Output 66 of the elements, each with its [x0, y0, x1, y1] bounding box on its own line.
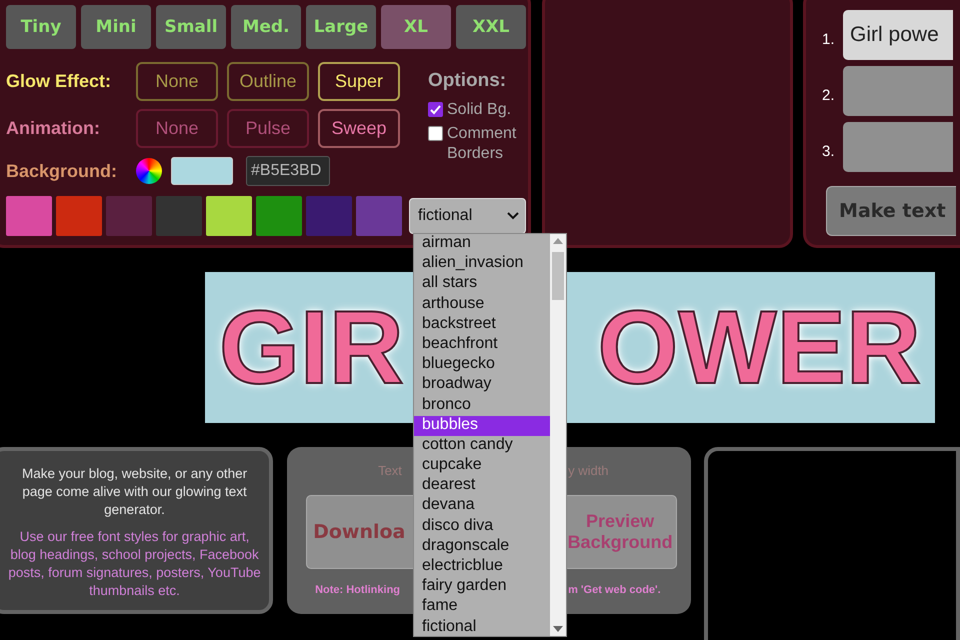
- font-option[interactable]: beachfront: [414, 334, 550, 356]
- background-swatch[interactable]: [156, 196, 202, 236]
- glow-option[interactable]: None: [136, 62, 218, 101]
- scroll-thumb[interactable]: [552, 252, 564, 300]
- font-option[interactable]: alien_invasion: [414, 254, 550, 274]
- font-option[interactable]: all stars: [414, 274, 550, 295]
- font-select[interactable]: fictional: [409, 198, 526, 234]
- anim-label: Animation:: [6, 118, 101, 139]
- background-swatch[interactable]: [306, 196, 352, 236]
- size-button[interactable]: Med.: [231, 5, 301, 49]
- size-button[interactable]: Large: [306, 5, 376, 49]
- size-button[interactable]: Tiny: [6, 5, 76, 49]
- size-button[interactable]: XXL: [456, 5, 526, 49]
- scroll-up-icon[interactable]: [553, 238, 563, 244]
- font-option[interactable]: fame: [414, 597, 550, 618]
- size-button[interactable]: Mini: [81, 5, 151, 49]
- line-number: 1.: [822, 31, 836, 50]
- font-option[interactable]: arthouse: [414, 294, 550, 315]
- glow-option[interactable]: Outline: [227, 62, 309, 101]
- background-swatch[interactable]: [206, 196, 252, 236]
- background-label: Background:: [6, 160, 118, 182]
- banner-text: GIR: [219, 296, 404, 400]
- text-line-field[interactable]: [843, 122, 954, 172]
- glow-option[interactable]: Super: [318, 62, 400, 101]
- font-option[interactable]: bubbles: [414, 416, 550, 436]
- text-line-field[interactable]: [843, 66, 954, 116]
- font-option[interactable]: backstreet: [414, 314, 550, 335]
- caption-text: y width: [568, 463, 609, 478]
- size-button[interactable]: XL: [381, 5, 451, 49]
- anim-option[interactable]: Sweep: [318, 109, 400, 148]
- font-option[interactable]: cotton candy: [414, 436, 550, 456]
- font-option[interactable]: bluegecko: [414, 355, 550, 376]
- scroll-down-icon[interactable]: [553, 626, 563, 632]
- background-swatch[interactable]: [6, 196, 52, 236]
- font-option[interactable]: airman: [414, 234, 550, 254]
- font-option[interactable]: broadway: [414, 375, 550, 396]
- checkbox[interactable]: [428, 102, 443, 117]
- checkbox-label: Solid Bg.: [447, 100, 512, 120]
- background-swatch[interactable]: [356, 196, 402, 236]
- caption-text: Text: [378, 463, 402, 478]
- checkbox[interactable]: [428, 126, 443, 141]
- line-number: 2.: [822, 87, 836, 106]
- background-swatch[interactable]: [106, 196, 152, 236]
- font-option[interactable]: cupcake: [414, 456, 550, 476]
- line-number: 3.: [822, 143, 836, 162]
- options-label: Options:: [428, 70, 506, 92]
- font-option[interactable]: dearest: [414, 476, 550, 496]
- font-option[interactable]: fictional: [414, 618, 550, 638]
- scrollbar[interactable]: [550, 234, 566, 636]
- glow-label: Glow Effect:: [6, 71, 112, 92]
- background-swatch[interactable]: [256, 196, 302, 236]
- checkbox-label: Comment Borders: [447, 124, 518, 164]
- font-option[interactable]: fairy garden: [414, 577, 550, 598]
- hex-color-field[interactable]: #B5E3BD: [246, 156, 330, 186]
- color-wheel-icon[interactable]: [136, 158, 162, 184]
- banner-text: OWER: [597, 296, 921, 400]
- chevron-icon: [507, 212, 519, 220]
- note-text: Note: Hotlinking: [315, 584, 400, 596]
- note-text: m 'Get web code'.: [568, 584, 661, 596]
- color-preview[interactable]: [171, 157, 233, 185]
- intro-text: Make your blog, website, or any other page come alive with our glowing text generator.: [20, 465, 248, 519]
- font-option[interactable]: bronco: [414, 396, 550, 416]
- background-swatch[interactable]: [56, 196, 102, 236]
- size-button[interactable]: Small: [156, 5, 226, 49]
- text-line-field[interactable]: Girl powe: [843, 10, 954, 60]
- usage-text: Use our free font styles for graphic art, blog headings, school projects, Facebook posts, forum signatures, posters, YouTube thumbnails etc.: [8, 528, 262, 600]
